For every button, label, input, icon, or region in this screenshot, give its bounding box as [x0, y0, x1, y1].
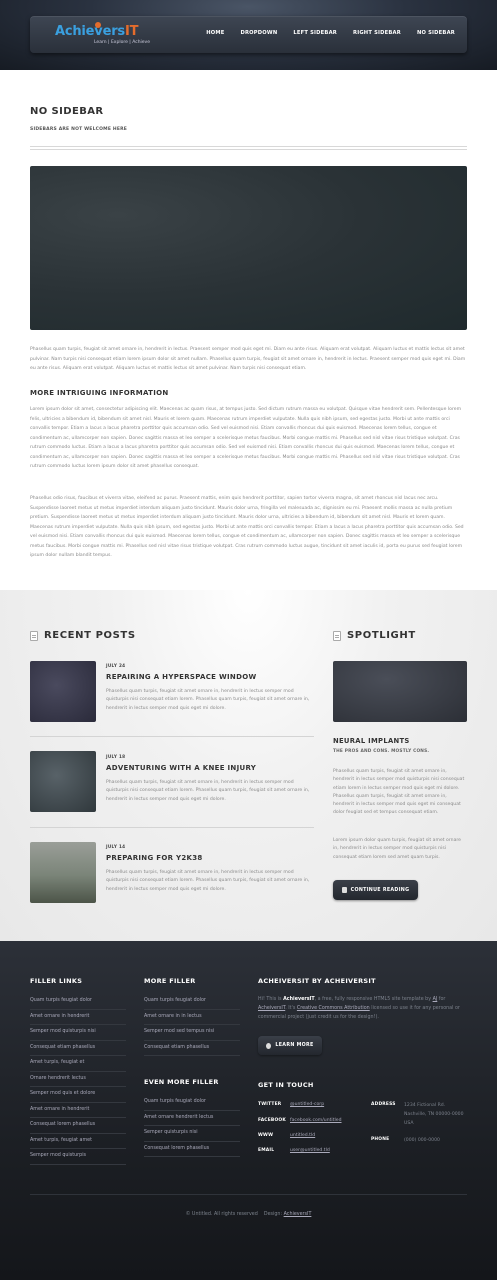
nav-bar: AchieversIT Learn | Explore | Achieve HO…: [30, 16, 467, 53]
page-title: NO SIDEBAR: [30, 106, 104, 117]
footer-link[interactable]: Quam turpis feugiat dolor: [144, 994, 240, 1010]
footer-link[interactable]: Consequat etiam phasellus: [144, 1041, 240, 1056]
phone-text: (000) 000-0000: [404, 1138, 440, 1143]
footer-links: Quam turpis feugiat dolor Amet ornare in…: [144, 994, 240, 1056]
contact-label: TWITTER: [258, 1102, 282, 1107]
footer-link[interactable]: Quam turpis feugiat dolor: [30, 994, 126, 1010]
spotlight-heading: SPOTLIGHT: [347, 630, 416, 641]
banner-image: [30, 166, 467, 330]
nav-right-sidebar[interactable]: RIGHT SIDEBAR: [353, 30, 401, 36]
address-label: ADDRESS: [371, 1102, 396, 1107]
body-paragraph: Lorem ipsum dolor sit amet, consectetur …: [30, 407, 462, 469]
post-date: JULY 14: [106, 844, 126, 849]
post-thumbnail[interactable]: [30, 751, 96, 812]
spotlight-title[interactable]: NEURAL IMPLANTS: [333, 737, 410, 745]
logo-wordmark: AchieversIT: [55, 24, 139, 39]
nav-home[interactable]: HOME: [206, 30, 224, 36]
post-title[interactable]: REPAIRING A HYPERSPACE WINDOW: [106, 673, 256, 681]
spotlight-subtitle: THE PROS AND CONS. MOSTLY CONS.: [333, 749, 430, 754]
footer-heading: MORE FILLER: [144, 977, 196, 985]
footer-heading: ACHEIVERSIT BY ACHEIVERSIT: [258, 977, 376, 985]
spotlight-text: Phasellus quam turpis, feugiat sit amet …: [333, 769, 465, 816]
post-excerpt: Phasellus quam turpis, feugiat sit amet …: [106, 780, 310, 802]
logo-tagline: Learn | Explore | Achieve: [94, 40, 150, 45]
gear-icon: [266, 1042, 272, 1049]
footer-heading: EVEN MORE FILLER: [144, 1078, 219, 1086]
footer-link[interactable]: Amet ornare in in lectus: [144, 1010, 240, 1025]
divider: [30, 146, 467, 147]
learn-more-button[interactable]: LEARN MORE: [258, 1036, 322, 1055]
footer-link[interactable]: Semper quisturpis nisi: [144, 1126, 240, 1142]
address-text: 1234 Fictional Rd. Nashville, TN 00000-0…: [404, 1103, 464, 1126]
document-icon: [341, 887, 347, 893]
footer-links: Quam turpis feugiat dolor Amet ornare he…: [144, 1095, 240, 1157]
main-nav: HOME DROPDOWN LEFT SIDEBAR RIGHT SIDEBAR…: [206, 30, 455, 36]
footer-link[interactable]: Semper mod quisturpis: [30, 1149, 126, 1165]
page-subtitle: SIDEBARS ARE NOT WELCOME HERE: [30, 127, 128, 132]
design-credit-link[interactable]: AchieversIT: [284, 1212, 312, 1217]
website-link[interactable]: untitled.tld: [290, 1133, 315, 1138]
post-title[interactable]: ADVENTURING WITH A KNEE INJURY: [106, 764, 256, 772]
nav-dropdown[interactable]: DROPDOWN: [240, 30, 277, 36]
facebook-link[interactable]: facebook.com/untitled: [290, 1118, 342, 1123]
footer-link[interactable]: Semper mod sed tempus nisi: [144, 1025, 240, 1041]
contact-label: EMAIL: [258, 1148, 275, 1153]
site-header: AchieversIT Learn | Explore | Achieve HO…: [0, 0, 497, 70]
divider: [30, 736, 314, 737]
footer-link[interactable]: Amet ornare in hendrerit: [30, 1010, 126, 1025]
divider: [30, 149, 467, 150]
footer-link[interactable]: Consequat etiam phasellus: [30, 1041, 126, 1056]
twitter-link[interactable]: @untitled-corp: [290, 1102, 324, 1107]
body-paragraph: Phasellus odio risus, faucibus et viverr…: [30, 496, 464, 558]
copyright: © Untitled. All rights reserved Design: …: [185, 1212, 312, 1217]
footer-heading: FILLER LINKS: [30, 977, 83, 985]
contact-label: FACEBOOK: [258, 1118, 286, 1123]
footer-link[interactable]: Quam turpis feugiat dolor: [144, 1095, 240, 1111]
nav-left-sidebar[interactable]: LEFT SIDEBAR: [293, 30, 337, 36]
nav-no-sidebar[interactable]: NO SIDEBAR: [417, 30, 455, 36]
site-logo[interactable]: AchieversIT Learn | Explore | Achieve: [55, 22, 150, 48]
about-text: Hi! This is AchieversIT, a free, fully r…: [258, 997, 460, 1020]
divider: [30, 827, 314, 828]
post-date: JULY 18: [106, 754, 126, 759]
footer-link[interactable]: Amet turpis, feugiat amet: [30, 1134, 126, 1149]
recent-posts-heading: RECENT POSTS: [44, 630, 136, 641]
post-excerpt: Phasellus quam turpis, feugiat sit amet …: [106, 870, 310, 892]
post-thumbnail[interactable]: [30, 842, 96, 903]
intro-paragraph: Phasellus quam turpis, feugiat sit amet …: [30, 347, 466, 371]
post-date: JULY 24: [106, 663, 126, 668]
footer-heading: GET IN TOUCH: [258, 1081, 314, 1089]
post-thumbnail[interactable]: [30, 661, 96, 722]
footer-link[interactable]: Consequat lorem phasellus: [30, 1118, 126, 1134]
footer-link[interactable]: Amet ornare hendrerit lectus: [144, 1111, 240, 1126]
divider: [30, 1194, 467, 1195]
continue-reading-button[interactable]: CONTINUE READING: [333, 880, 418, 900]
spotlight-text: Lorem ipsum dolor quam turpis, feugiat s…: [333, 838, 462, 860]
footer-link[interactable]: Amet ornare in hendrerit: [30, 1103, 126, 1118]
section-heading: MORE INTRIGUING INFORMATION: [30, 389, 169, 397]
footer-link[interactable]: Ornare hendrerit lectus: [30, 1072, 126, 1087]
email-link[interactable]: user@untitled.tld: [290, 1148, 330, 1153]
footer-link[interactable]: Amet turpis, feugiat et: [30, 1056, 126, 1072]
document-icon: [30, 631, 38, 641]
footer-link[interactable]: Consequat lorem phasellus: [144, 1142, 240, 1157]
phone-label: PHONE: [371, 1137, 390, 1142]
footer-link[interactable]: Semper mod quis et dolore: [30, 1087, 126, 1103]
contact-label: WWW: [258, 1133, 274, 1138]
footer-link[interactable]: Semper mod quisturpis nisi: [30, 1025, 126, 1041]
document-icon: [333, 631, 341, 641]
post-title[interactable]: PREPARING FOR Y2K38: [106, 854, 203, 862]
footer-links: Quam turpis feugiat dolor Amet ornare in…: [30, 994, 126, 1165]
post-excerpt: Phasellus quam turpis, feugiat sit amet …: [106, 689, 310, 711]
spotlight-image[interactable]: [333, 661, 467, 722]
